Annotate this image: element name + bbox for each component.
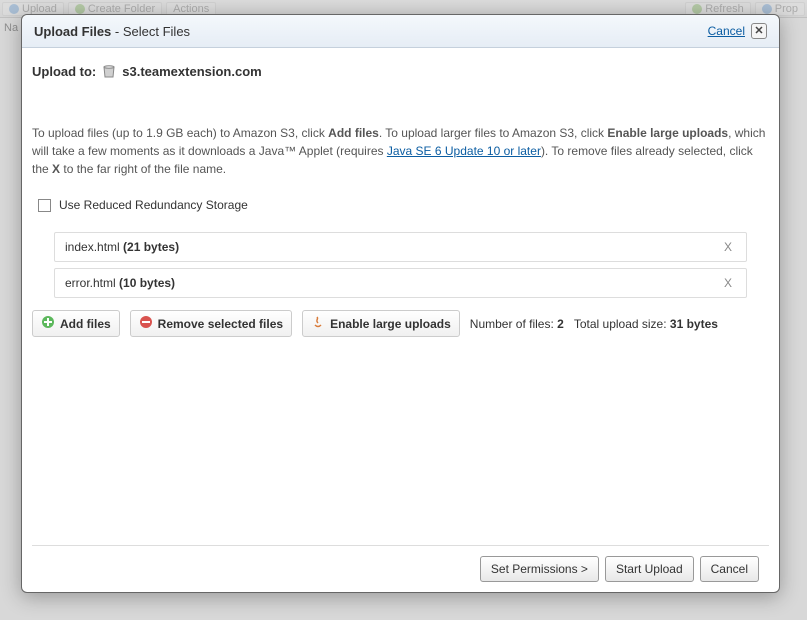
dialog-header: Upload Files - Select Files Cancel ✕ xyxy=(22,15,779,48)
enable-large-button[interactable]: Enable large uploads xyxy=(302,310,460,337)
file-item[interactable]: index.html (21 bytes) X xyxy=(54,232,747,262)
file-name: index.html (21 bytes) xyxy=(65,240,179,254)
set-permissions-button[interactable]: Set Permissions > xyxy=(480,556,599,582)
dialog-body: Upload to: s3.teamextension.com To uploa… xyxy=(22,48,779,545)
cancel-link[interactable]: Cancel xyxy=(708,24,745,38)
add-files-button[interactable]: Add files xyxy=(32,310,120,337)
close-icon[interactable]: ✕ xyxy=(751,23,767,39)
java-icon xyxy=(311,315,325,332)
file-name: error.html (10 bytes) xyxy=(65,276,175,290)
instructions-text: To upload files (up to 1.9 GB each) to A… xyxy=(32,124,769,178)
upload-bucket-name: s3.teamextension.com xyxy=(122,64,261,79)
file-list: index.html (21 bytes) X error.html (10 b… xyxy=(54,232,747,298)
start-upload-button[interactable]: Start Upload xyxy=(605,556,694,582)
minus-icon xyxy=(139,315,153,332)
java-link[interactable]: Java SE 6 Update 10 or later xyxy=(387,144,541,158)
file-count-stat: Number of files: 2 xyxy=(470,317,564,331)
remove-file-icon[interactable]: X xyxy=(720,240,736,254)
remove-file-icon[interactable]: X xyxy=(720,276,736,290)
file-item[interactable]: error.html (10 bytes) X xyxy=(54,268,747,298)
bucket-icon xyxy=(102,65,116,79)
rrs-label: Use Reduced Redundancy Storage xyxy=(59,198,248,212)
action-row: Add files Remove selected files Enable l… xyxy=(32,310,769,337)
upload-destination: Upload to: s3.teamextension.com xyxy=(32,64,769,79)
rrs-checkbox[interactable] xyxy=(38,199,51,212)
cancel-button[interactable]: Cancel xyxy=(700,556,759,582)
upload-dialog: Upload Files - Select Files Cancel ✕ Upl… xyxy=(21,14,780,593)
rrs-row: Use Reduced Redundancy Storage xyxy=(38,198,769,212)
plus-icon xyxy=(41,315,55,332)
remove-selected-button[interactable]: Remove selected files xyxy=(130,310,292,337)
dialog-footer: Set Permissions > Start Upload Cancel xyxy=(32,545,769,592)
total-size-stat: Total upload size: 31 bytes xyxy=(574,317,718,331)
dialog-title: Upload Files - Select Files xyxy=(34,24,190,39)
